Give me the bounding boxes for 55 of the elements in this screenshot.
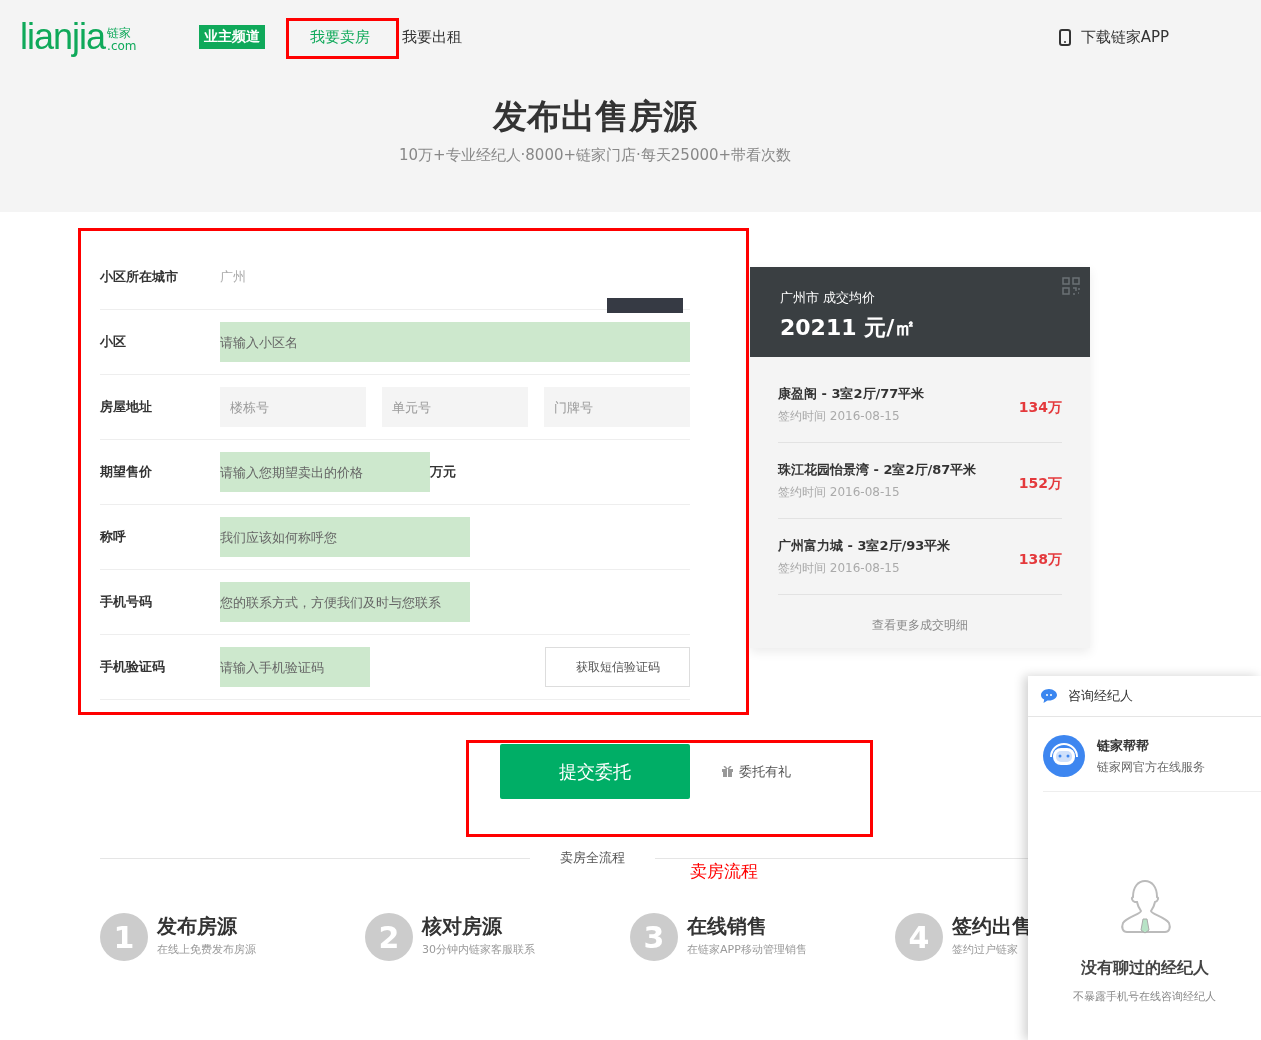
annotation-text: 卖房流程 xyxy=(690,860,758,883)
city-value: 广州 xyxy=(220,268,246,286)
field-label: 手机验证码 xyxy=(100,658,166,676)
sms-code-button[interactable]: 获取短信验证码 xyxy=(545,647,690,687)
deal-price: 134万 xyxy=(1018,399,1062,417)
channel-badge: 业主频道 xyxy=(199,25,265,49)
step-description: 在线上免费发布房源 xyxy=(157,942,256,957)
field-label: 房屋地址 xyxy=(100,398,153,416)
input-field[interactable]: 我们应该如何称呼您 xyxy=(220,517,470,557)
deal-date: 签约时间 2016-08-15 xyxy=(778,484,901,501)
step-title: 发布房源 xyxy=(157,913,238,939)
deal-title[interactable]: 广州富力城 - 3室2厅/93平米 xyxy=(778,537,951,555)
field-label: 称呼 xyxy=(100,528,127,546)
input-field[interactable]: 您的联系方式，方便我们及时与您联系 xyxy=(220,582,470,622)
step-description: 在链家APP移动管理销售 xyxy=(687,942,807,957)
average-price: 20211 元/㎡ xyxy=(780,314,918,342)
page-subtitle: 10万+专业经纪人·8000+链家门店·每天25000+带看次数 xyxy=(397,146,793,165)
field-label: 小区 xyxy=(100,333,127,351)
deal-date: 签约时间 2016-08-15 xyxy=(778,560,901,577)
chat-title: 咨询经纪人 xyxy=(1068,687,1133,705)
deal-date: 签约时间 2016-08-15 xyxy=(778,408,901,425)
input-field[interactable]: 门牌号 xyxy=(544,387,690,427)
section-title: 卖房全流程 xyxy=(559,849,626,867)
gift-icon xyxy=(722,766,733,777)
deal-price: 138万 xyxy=(1018,551,1062,569)
input-field[interactable]: 请输入手机验证码 xyxy=(220,647,370,687)
agent-description: 链家网官方在线服务 xyxy=(1097,758,1205,776)
field-label: 小区所在城市 xyxy=(100,268,179,286)
agent-item[interactable]: 链家帮帮 链家网官方在线服务 xyxy=(1043,717,1261,792)
robot-avatar-icon xyxy=(1043,735,1085,777)
nav-tab[interactable]: 我要出租 xyxy=(402,27,462,47)
input-field[interactable]: 楼栋号 xyxy=(220,387,366,427)
field-label: 手机号码 xyxy=(100,593,153,611)
step-description: 签约过户链家 xyxy=(952,942,1019,957)
deal-title[interactable]: 珠江花园怡景湾 - 2室2厅/87平米 xyxy=(778,461,977,479)
step-title: 核对房源 xyxy=(422,913,503,939)
unit-label: 万元 xyxy=(430,463,456,481)
input-field[interactable]: 请输入小区名 xyxy=(220,322,690,362)
input-field[interactable]: 单元号 xyxy=(382,387,528,427)
download-app-link[interactable]: 下载链家APP xyxy=(1080,27,1169,47)
step-title: 在线销售 xyxy=(687,913,768,939)
field-label: 期望售价 xyxy=(100,463,153,481)
page-title: 发布出售房源 xyxy=(491,95,698,138)
city-price-label: 广州市 成交均价 xyxy=(780,289,877,307)
step-description: 30分钟内链家客服联系 xyxy=(422,942,535,957)
agent-name: 链家帮帮 xyxy=(1097,736,1150,755)
qr-code-icon[interactable] xyxy=(1062,277,1080,295)
deal-title[interactable]: 康盈阁 - 3室2厅/77平米 xyxy=(778,385,925,403)
phone-icon xyxy=(1058,28,1071,46)
input-field[interactable]: 请输入您期望卖出的价格 xyxy=(220,452,430,492)
gift-link[interactable]: 委托有礼 xyxy=(739,762,791,781)
empty-state-title: 没有聊过的经纪人 xyxy=(1080,958,1209,979)
chat-bubble-icon xyxy=(1040,688,1058,704)
deal-price: 152万 xyxy=(1018,475,1062,493)
empty-state-description: 不暴露手机号在线咨询经纪人 xyxy=(1073,989,1216,1004)
